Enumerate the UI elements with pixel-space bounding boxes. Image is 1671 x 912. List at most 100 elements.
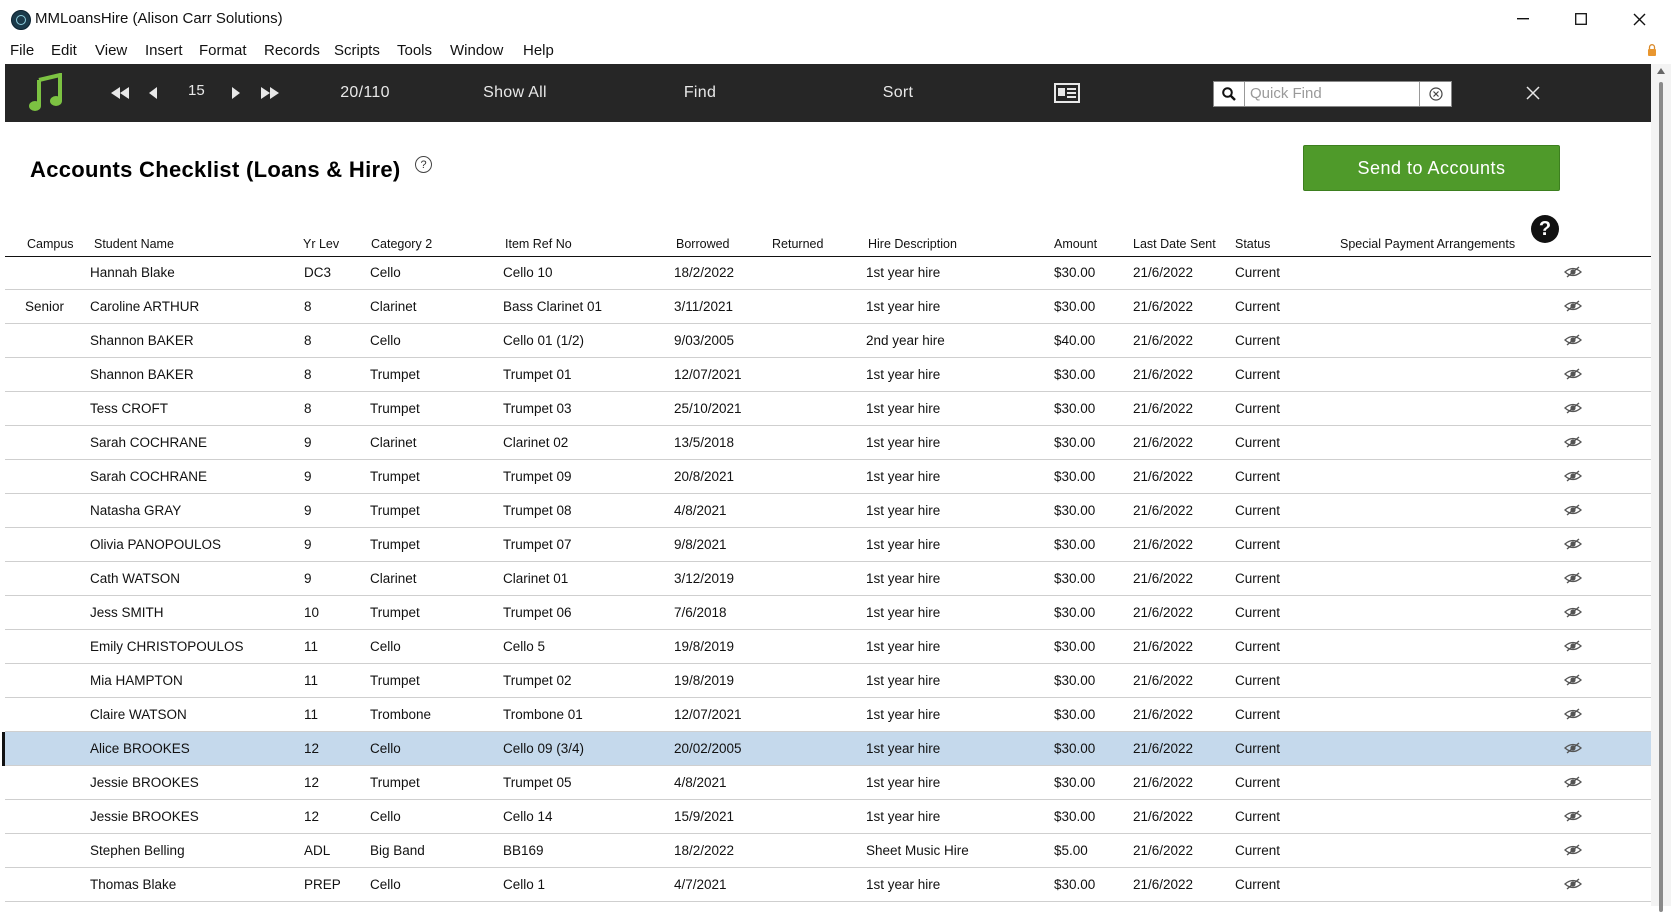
- close-window-button[interactable]: [1616, 0, 1662, 38]
- hidden-eye-icon[interactable]: [1564, 571, 1582, 585]
- quick-find-input[interactable]: [1246, 82, 1426, 104]
- first-record-button[interactable]: [105, 64, 135, 122]
- hidden-eye-icon[interactable]: [1564, 367, 1582, 381]
- column-header-student-name[interactable]: Student Name: [94, 237, 174, 251]
- table-row[interactable]: Stephen Belling ADL Big Band BB169 18/2/2022…: [5, 834, 1651, 868]
- minimize-icon: [1517, 18, 1529, 20]
- menu-help[interactable]: Help: [523, 42, 554, 59]
- hidden-eye-icon[interactable]: [1564, 775, 1582, 789]
- cell-yr-lev: 12: [304, 809, 320, 824]
- table-row[interactable]: Senior Caroline ARTHUR 8 Clarinet Bass Clari…: [5, 290, 1651, 324]
- hidden-eye-icon[interactable]: [1564, 843, 1582, 857]
- cell-category: Trumpet: [370, 775, 420, 790]
- column-header-category[interactable]: Category 2: [371, 237, 432, 251]
- next-record-button[interactable]: [223, 64, 249, 122]
- hidden-eye-icon[interactable]: [1564, 299, 1582, 313]
- cell-student-name: Mia HAMPTON: [90, 673, 183, 688]
- table-row[interactable]: Jess SMITH 10 Trumpet Trumpet 06 7/6/2018 1st…: [5, 596, 1651, 630]
- cell-amount: $30.00: [1054, 469, 1096, 484]
- table-row[interactable]: Emily CHRISTOPOULOS 11 Cello Cello 5 19/8/20…: [5, 630, 1651, 664]
- close-toolbar-button[interactable]: [1515, 64, 1551, 122]
- table-row[interactable]: Tess CROFT 8 Trumpet Trumpet 03 25/10/2021 1s…: [5, 392, 1651, 426]
- column-header-returned[interactable]: Returned: [772, 237, 823, 251]
- table-row[interactable]: Alice BROOKES 12 Cello Cello 09 (3/4) 20/02/…: [2, 732, 1651, 766]
- cell-status: Current: [1235, 877, 1281, 892]
- menu-view[interactable]: View: [95, 42, 127, 59]
- search-button[interactable]: [1214, 82, 1245, 106]
- column-header-last-date-sent[interactable]: Last Date Sent: [1133, 237, 1216, 251]
- sort-button[interactable]: Sort: [858, 64, 938, 122]
- cell-yr-lev: DC3: [304, 265, 332, 280]
- table-row[interactable]: Shannon BAKER 8 Trumpet Trumpet 01 12/07/202…: [5, 358, 1651, 392]
- menu-window[interactable]: Window: [450, 42, 503, 59]
- table-row[interactable]: Natasha GRAY 9 Trumpet Trumpet 08 4/8/2021 1s…: [5, 494, 1651, 528]
- layout-toggle-button[interactable]: [1047, 64, 1087, 122]
- scroll-thumb[interactable]: [1659, 82, 1663, 912]
- hidden-eye-icon[interactable]: [1564, 673, 1582, 687]
- table-row[interactable]: Mia HAMPTON 11 Trumpet Trumpet 02 19/8/2019 1…: [5, 664, 1651, 698]
- maximize-button[interactable]: [1558, 0, 1604, 38]
- cell-last-date-sent: 21/6/2022: [1133, 299, 1194, 314]
- vertical-scrollbar[interactable]: [1651, 64, 1671, 912]
- hidden-eye-icon[interactable]: [1564, 333, 1582, 347]
- table-row[interactable]: Sarah COCHRANE 9 Clarinet Clarinet 02 13/5/2…: [5, 426, 1651, 460]
- hidden-eye-icon[interactable]: [1564, 537, 1582, 551]
- table-row[interactable]: Jessie BROOKES 12 Trumpet Trumpet 05 4/8/202…: [5, 766, 1651, 800]
- hidden-eye-icon[interactable]: [1564, 265, 1582, 279]
- table-row[interactable]: Sarah COCHRANE 9 Trumpet Trumpet 09 20/8/202…: [5, 460, 1651, 494]
- show-all-button[interactable]: Show All: [460, 64, 570, 122]
- column-header-borrowed[interactable]: Borrowed: [676, 237, 730, 251]
- hidden-eye-icon[interactable]: [1564, 809, 1582, 823]
- table-row[interactable]: Shannon BAKER 8 Cello Cello 01 (1/2) 9/03/20…: [5, 324, 1651, 358]
- find-button[interactable]: Find: [660, 64, 740, 122]
- menu-format[interactable]: Format: [199, 42, 247, 59]
- menu-insert[interactable]: Insert: [145, 42, 183, 59]
- cell-hire-description: 1st year hire: [866, 673, 941, 688]
- table-row[interactable]: Olivia PANOPOULOS 9 Trumpet Trumpet 07 9/8/2…: [5, 528, 1651, 562]
- cell-item-ref: Trumpet 03: [503, 401, 572, 416]
- menu-records[interactable]: Records: [264, 42, 320, 59]
- table-row[interactable]: Thomas Blake PREP Cello Cello 1 4/7/2021 1st …: [5, 868, 1651, 902]
- app-logo-icon: [11, 10, 31, 30]
- column-header-special-payment[interactable]: Special Payment Arrangements: [1340, 237, 1515, 251]
- column-header-item-ref[interactable]: Item Ref No: [505, 237, 572, 251]
- menu-tools[interactable]: Tools: [397, 42, 432, 59]
- cell-last-date-sent: 21/6/2022: [1133, 571, 1194, 586]
- hidden-eye-icon[interactable]: [1564, 401, 1582, 415]
- cell-student-name: Olivia PANOPOULOS: [90, 537, 222, 552]
- column-header-amount[interactable]: Amount: [1054, 237, 1097, 251]
- menu-scripts[interactable]: Scripts: [334, 42, 380, 59]
- hidden-eye-icon[interactable]: [1564, 435, 1582, 449]
- cell-category: Cello: [370, 333, 401, 348]
- column-header-yr-lev[interactable]: Yr Lev: [303, 237, 339, 251]
- hidden-eye-icon[interactable]: [1564, 469, 1582, 483]
- hidden-eye-icon[interactable]: [1564, 707, 1582, 721]
- previous-record-button[interactable]: [140, 64, 166, 122]
- cell-item-ref: Cello 1: [503, 877, 546, 892]
- clear-search-button[interactable]: [1419, 82, 1452, 106]
- hidden-eye-icon[interactable]: [1564, 639, 1582, 653]
- send-to-accounts-button[interactable]: Send to Accounts: [1303, 145, 1560, 191]
- help-icon[interactable]: ?: [415, 156, 432, 173]
- column-header-campus[interactable]: Campus: [27, 237, 74, 251]
- menu-file[interactable]: File: [10, 42, 34, 59]
- menu-edit[interactable]: Edit: [51, 42, 77, 59]
- current-record-number[interactable]: 15: [188, 82, 205, 99]
- table-row[interactable]: Jessie BROOKES 12 Cello Cello 14 15/9/2021 1s…: [5, 800, 1651, 834]
- cell-item-ref: Trumpet 09: [503, 469, 572, 484]
- hidden-eye-icon[interactable]: [1564, 503, 1582, 517]
- column-header-status[interactable]: Status: [1235, 237, 1270, 251]
- page-title: Accounts Checklist (Loans & Hire): [30, 157, 401, 182]
- last-record-button[interactable]: [255, 64, 285, 122]
- table-row[interactable]: Hannah Blake DC3 Cello Cello 10 18/2/2022 1st…: [5, 256, 1651, 290]
- scroll-up-arrow-icon[interactable]: [1657, 68, 1665, 74]
- minimize-button[interactable]: [1500, 0, 1546, 38]
- column-header-hire-description[interactable]: Hire Description: [868, 237, 957, 251]
- music-note-button[interactable]: [25, 64, 67, 122]
- table-row[interactable]: Claire WATSON 11 Trombone Trombone 01 12/07/…: [5, 698, 1651, 732]
- hidden-eye-icon[interactable]: [1564, 605, 1582, 619]
- hidden-eye-icon[interactable]: [1564, 877, 1582, 891]
- hidden-eye-icon[interactable]: [1564, 741, 1582, 755]
- cell-item-ref: Trumpet 08: [503, 503, 572, 518]
- table-row[interactable]: Cath WATSON 9 Clarinet Clarinet 01 3/12/2019…: [5, 562, 1651, 596]
